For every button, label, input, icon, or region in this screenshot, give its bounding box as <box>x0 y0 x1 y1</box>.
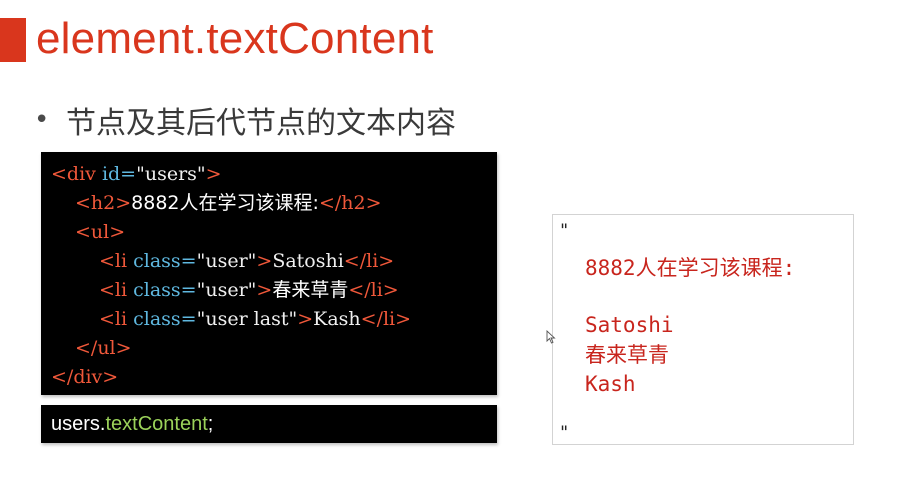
code-tag: > <box>256 250 273 272</box>
code-attr-value: "users" <box>136 163 206 185</box>
bullet-text: 节点及其后代节点的文本内容 <box>66 106 456 141</box>
close-quote: " <box>559 423 570 443</box>
code-tag: </li> <box>348 279 399 301</box>
code-tag: </li> <box>343 250 395 272</box>
code-tag: </h2> <box>318 192 382 214</box>
bullet-point: • 节点及其后代节点的文本内容 <box>34 100 456 141</box>
output-item: Satoshi <box>585 313 674 337</box>
code-line-6: <li class="user last">Kash</li> <box>99 305 411 334</box>
code-attr: class= <box>133 279 197 301</box>
command-object: users. <box>51 413 106 435</box>
slide-title: element.textContent <box>36 14 434 63</box>
console-output-panel: " 8882人在学习该课程: Satoshi 春来草青 Kash " <box>552 214 854 445</box>
code-line-7: </ul> <box>75 334 132 363</box>
code-line-2: <h2>8882人在学习该课程:</h2> <box>75 189 382 218</box>
command-property: textContent <box>105 413 208 435</box>
code-tag: > <box>205 163 222 185</box>
output-item: 春来草青 <box>585 343 669 367</box>
code-attr-value: "user" <box>196 279 257 301</box>
code-tag: <li <box>99 250 134 272</box>
open-quote: " <box>559 221 570 241</box>
code-tag: </div> <box>51 366 119 388</box>
code-tag: > <box>256 279 273 301</box>
mouse-cursor-icon <box>546 330 556 344</box>
title-accent-bar <box>0 18 26 62</box>
code-tag: <div <box>51 163 102 185</box>
output-heading: 8882人在学习该课程: <box>585 256 796 280</box>
code-tag: </li> <box>360 308 412 330</box>
html-code-block: <div id="users"> <h2>8882人在学习该课程:</h2> <… <box>41 152 497 395</box>
output-item: Kash <box>585 372 636 396</box>
code-attr: id= <box>101 163 137 185</box>
command-line: users.textContent; <box>51 409 213 439</box>
code-text: 春来草青 <box>272 279 349 301</box>
code-tag: <li <box>99 308 134 330</box>
code-text: 8882人在学习该课程: <box>131 192 319 214</box>
code-text: Satoshi <box>272 250 344 272</box>
code-line-4: <li class="user">Satoshi</li> <box>99 247 394 276</box>
code-attr-value: "user" <box>196 250 257 272</box>
code-attr-value: "user last" <box>196 308 298 330</box>
code-text: Kash <box>313 308 361 330</box>
code-line-1: <div id="users"> <box>51 160 222 189</box>
bullet-dot-icon: • <box>34 105 50 135</box>
code-line-8: </div> <box>51 363 118 392</box>
code-attr: class= <box>133 250 197 272</box>
command-terminator: ; <box>207 413 214 435</box>
code-tag: </ul> <box>75 337 132 359</box>
code-tag: > <box>297 308 314 330</box>
code-line-5: <li class="user">春来草青</li> <box>99 276 399 305</box>
code-line-3: <ul> <box>75 218 125 247</box>
code-attr: class= <box>133 308 197 330</box>
code-tag: <h2> <box>75 192 132 214</box>
command-code-block: users.textContent; <box>41 405 497 443</box>
code-tag: <ul> <box>75 221 126 243</box>
code-tag: <li <box>99 279 134 301</box>
